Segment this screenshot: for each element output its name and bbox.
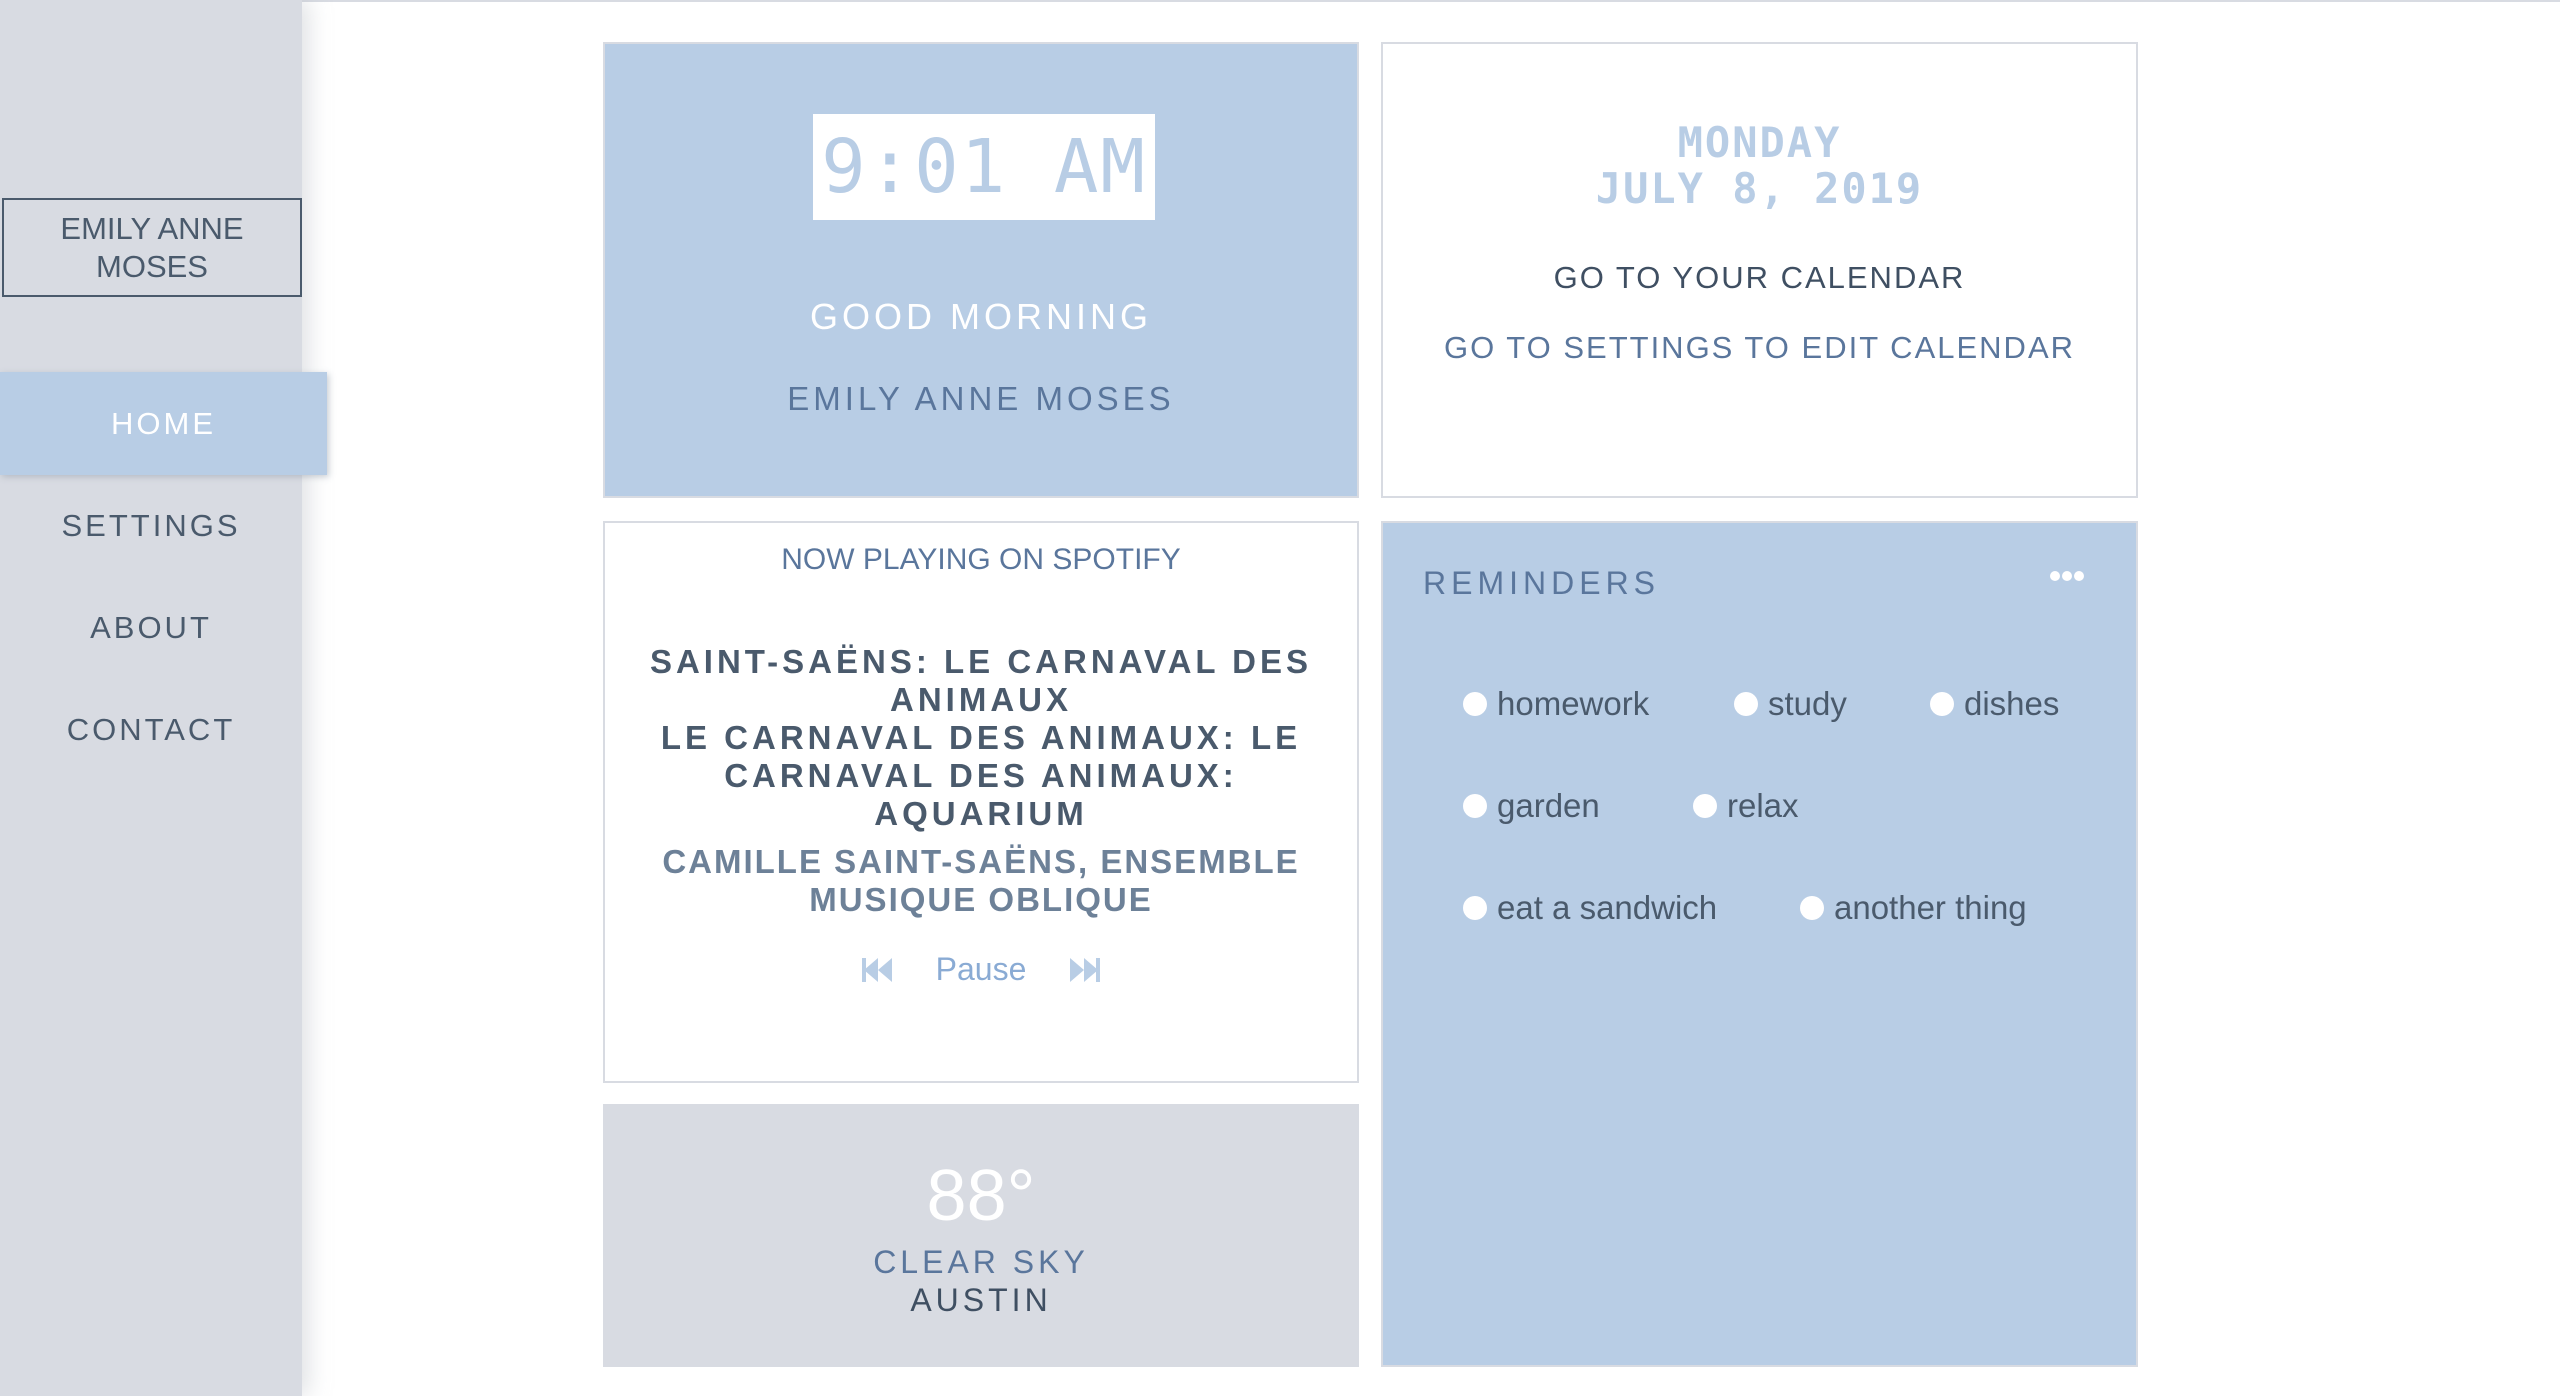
reminder-label: another thing [1834, 889, 2027, 926]
sidebar-nav: HOME SETTINGS ABOUT CONTACT [0, 372, 327, 781]
spotify-card: NOW PLAYING ON SPOTIFY SAINT-SAËNS: LE C… [603, 521, 1359, 1083]
more-horizontal-icon[interactable] [2050, 569, 2084, 583]
reminder-checkbox[interactable] [1463, 794, 1487, 818]
reminder-checkbox[interactable] [1463, 692, 1487, 716]
user-name: EMILY ANNE MOSES [60, 210, 244, 284]
weather-card: 88° CLEAR SKY AUSTIN [603, 1104, 1359, 1367]
rewind-icon[interactable] [860, 956, 896, 984]
reminder-checkbox[interactable] [1734, 692, 1758, 716]
reminder-item[interactable]: eat a sandwich [1463, 889, 1800, 927]
user-name-box: EMILY ANNE MOSES [2, 198, 302, 297]
playback-controls: Pause [605, 951, 1357, 988]
sidebar: EMILY ANNE MOSES HOME SETTINGS ABOUT CON… [0, 0, 327, 1396]
temperature: 88° [926, 1156, 1036, 1236]
reminder-row: homework study dishes [1463, 685, 2059, 723]
clock-card: 9:01 AM GOOD MORNING EMILY ANNE MOSES [603, 42, 1359, 498]
weather-condition: CLEAR SKY [873, 1244, 1089, 1280]
reminder-label: study [1768, 685, 1847, 722]
reminder-item[interactable]: study [1734, 685, 1930, 723]
nav-contact-label: CONTACT [66, 712, 236, 747]
track-title: SAINT-SAËNS: LE CARNAVAL DES ANIMAUX LE … [635, 643, 1327, 833]
nav-about-label: ABOUT [90, 610, 212, 645]
spotify-header: NOW PLAYING ON SPOTIFY [781, 543, 1181, 576]
reminder-row: garden relax [1463, 787, 1799, 825]
reminder-checkbox[interactable] [1463, 896, 1487, 920]
clock-time: 9:01 AM [813, 114, 1155, 220]
reminder-label: relax [1727, 787, 1799, 824]
reminder-row: eat a sandwich another thing [1463, 889, 2027, 927]
track-title-line-2: LE CARNAVAL DES ANIMAUX: LE CARNAVAL DES… [660, 719, 1302, 832]
reminder-item[interactable]: homework [1463, 685, 1734, 723]
pause-button[interactable]: Pause [936, 951, 1027, 988]
reminder-item[interactable]: relax [1693, 787, 1799, 825]
nav-home[interactable]: HOME [0, 372, 327, 475]
nav-home-label: HOME [111, 405, 216, 441]
nav-settings-label: SETTINGS [61, 508, 241, 543]
reminders-title: REMINDERS [1423, 565, 1661, 601]
reminder-checkbox[interactable] [1930, 692, 1954, 716]
weather-city: AUSTIN [910, 1282, 1052, 1318]
reminder-item[interactable]: garden [1463, 787, 1693, 825]
reminder-label: garden [1497, 787, 1600, 824]
reminder-item[interactable]: another thing [1800, 889, 2027, 927]
reminder-label: dishes [1964, 685, 2060, 722]
reminder-checkbox[interactable] [1693, 794, 1717, 818]
top-border [0, 0, 2560, 2]
nav-about[interactable]: ABOUT [0, 577, 302, 679]
nav-settings[interactable]: SETTINGS [0, 475, 302, 577]
track-title-line-1: SAINT-SAËNS: LE CARNAVAL DES ANIMAUX [649, 643, 1313, 718]
reminders-card: REMINDERS homework study dishes garden r… [1381, 521, 2138, 1367]
track-artist: CAMILLE SAINT-SAËNS, ENSEMBLE MUSIQUE OB… [662, 843, 1300, 918]
calendar-day: MONDAY [1677, 118, 1842, 167]
greeting: GOOD MORNING [810, 296, 1152, 337]
calendar-date: JULY 8, 2019 [1595, 164, 1924, 213]
reminder-item[interactable]: dishes [1930, 685, 2059, 723]
edit-calendar-link[interactable]: GO TO SETTINGS TO EDIT CALENDAR [1383, 330, 2136, 366]
clock-user-name: EMILY ANNE MOSES [787, 380, 1175, 417]
reminder-label: eat a sandwich [1497, 889, 1718, 926]
calendar-card: MONDAY JULY 8, 2019 GO TO YOUR CALENDAR … [1381, 42, 2138, 498]
reminder-checkbox[interactable] [1800, 896, 1824, 920]
nav-contact[interactable]: CONTACT [0, 679, 302, 781]
reminder-label: homework [1497, 685, 1650, 722]
fast-forward-icon[interactable] [1066, 956, 1102, 984]
go-to-calendar-link[interactable]: GO TO YOUR CALENDAR [1383, 260, 2136, 296]
